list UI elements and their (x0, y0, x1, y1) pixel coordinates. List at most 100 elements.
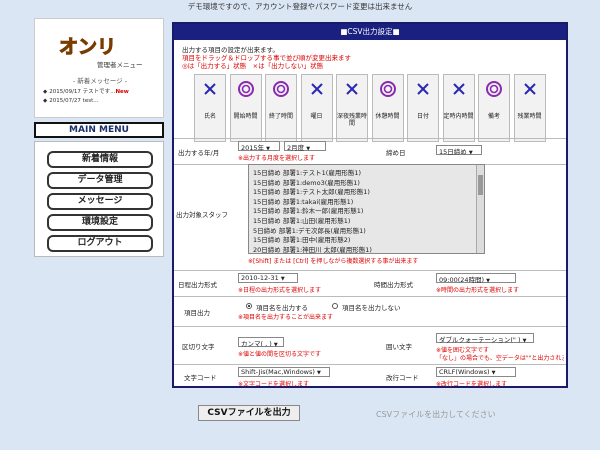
column-item[interactable]: 残業時間 (513, 74, 546, 142)
staff-list-item[interactable]: 15日締め 部署1:田中(雇用形態2) (253, 234, 350, 244)
header-output-no-radio[interactable] (332, 303, 338, 309)
month-row: 出力する年/月 2015年 ▼ 2月度 ▼ ※出力する月度を選択します 締め日 … (174, 138, 566, 164)
csv-output-button[interactable]: CSVファイルを出力 (198, 405, 300, 421)
header-output-hint: ※項目名を出力することが出来ます (238, 314, 334, 321)
closing-select[interactable]: 15日締め ▼ (436, 145, 482, 156)
staff-listbox[interactable]: 15日締め 部署1:テスト1(雇用形態1) 15日締め 部署1:demo3(雇用形… (248, 164, 485, 254)
menu-button-news[interactable]: 新着情報 (47, 151, 153, 168)
dropdown-arrow-icon: ▼ (317, 370, 321, 376)
month-label: 出力する年/月 (178, 149, 220, 157)
staff-list-item[interactable]: 15日締め 部署1:takai(雇用形態1) (253, 196, 353, 206)
dropdown-arrow-icon: ▼ (280, 276, 285, 282)
date-format-row: 日程出力形式 2010-12-31 ▼ ※日程の出力形式を選択します 時間出力形… (174, 270, 566, 296)
date-format-hint: ※日程の出力形式を選択します (238, 287, 322, 294)
newline-hint: ※改行コードを選択します (436, 381, 508, 388)
date-format-select[interactable]: 2010-12-31 ▼ (238, 273, 298, 283)
sidebar-logo-box: オンリメ! 管理者メニュー - 新着メッセージ - ◆2015/09/17 テス… (34, 18, 164, 118)
output-off-icon (302, 77, 332, 105)
dropdown-arrow-icon: ▼ (491, 370, 496, 376)
encoding-select[interactable]: Shift-Jis(Mac,Windows) ▼ (238, 367, 330, 377)
panel-title: ■CSV出力設定■ (174, 24, 566, 40)
column-item[interactable]: 休憩時間 (371, 74, 404, 142)
scrollbar-thumb[interactable] (478, 175, 483, 195)
time-format-label: 時間出力形式 (374, 281, 413, 289)
menu-button-logout[interactable]: ログアウト (47, 235, 153, 252)
column-label: 休憩時間 (375, 113, 400, 120)
encoding-hint: ※文字コードを選択します (238, 381, 310, 388)
quote-select[interactable]: ダブルクォーテーション(" ) ▼ (436, 333, 534, 344)
month-select[interactable]: 2月度 ▼ (284, 141, 326, 152)
staff-list-item[interactable]: 15日締め 部署1:テスト太郎(雇用形態1) (253, 186, 370, 196)
instruction-text: ◎は「出力する」状態 ×は「出力しない」状態 (182, 62, 324, 70)
delimiter-row: 区切り文字 カンマ( , ) ▼ ※値と値の間を区切る文字です 囲い文字 ダブル… (174, 326, 566, 364)
column-label: 備考 (487, 113, 500, 120)
column-item[interactable]: 定時内時間 (442, 74, 475, 142)
column-item[interactable]: 氏名 (194, 74, 226, 142)
output-off-icon (195, 77, 225, 105)
column-label: 日付 (416, 113, 429, 120)
column-label: 終了時間 (268, 113, 293, 120)
menu-button-data[interactable]: データ管理 (47, 172, 153, 189)
quote-label: 囲い文字 (386, 343, 412, 351)
column-label: 曜日 (310, 113, 323, 120)
bullet-icon: ◆ (43, 89, 48, 95)
delimiter-select[interactable]: カンマ( , ) ▼ (238, 337, 284, 348)
column-label: 深夜残業時間 (337, 113, 368, 127)
newline-label: 改行コード (386, 374, 419, 382)
output-on-icon (266, 77, 296, 105)
staff-list-item[interactable]: 15日締め 部署1:鈴木一郎(雇用形態1) (253, 205, 363, 215)
logo-subtitle: 管理者メニュー (97, 61, 143, 69)
column-item[interactable]: 開始時間 (229, 74, 262, 142)
date-format-label: 日程出力形式 (178, 281, 217, 289)
column-item[interactable]: 深夜残業時間 (336, 74, 368, 142)
column-item[interactable]: 備考 (478, 74, 510, 142)
column-item[interactable]: 終了時間 (265, 74, 297, 142)
staff-list-item[interactable]: 5日締め 部署1:デモ次郎長(雇用形態1) (253, 225, 366, 235)
header-output-no-label[interactable]: 項目名を出力しない (342, 302, 401, 312)
encoding-row: 文字コード Shift-Jis(Mac,Windows) ▼ ※文字コードを選択… (174, 364, 566, 388)
output-off-icon (408, 77, 438, 105)
column-label: 残業時間 (517, 113, 542, 120)
svg-text:オンリメ!: オンリメ! (59, 36, 117, 58)
delimiter-hint: ※値と値の間を区切る文字です (238, 351, 322, 358)
dropdown-arrow-icon: ▼ (468, 150, 473, 156)
dropdown-arrow-icon: ▼ (306, 146, 311, 152)
list-scrollbar[interactable] (476, 165, 484, 253)
main-menu-panel: 新着情報 データ管理 メッセージ 環境設定 ログアウト (34, 141, 164, 257)
quote-hint-empty: 「なし」の場合でも、空データは""と出力されます (436, 355, 564, 362)
new-badge: New (115, 89, 129, 95)
header-output-label: 項目出力 (184, 309, 210, 317)
dropdown-arrow-icon: ▼ (266, 146, 270, 152)
csv-settings-panel: ■CSV出力設定■ 出力する項目の設定が出来ます。 項目をドラッグ＆ドロップする… (172, 22, 568, 388)
bullet-icon: ◆ (43, 98, 48, 104)
output-on-icon (373, 77, 403, 105)
time-format-select[interactable]: 09:00(24時間) ▼ (436, 273, 516, 284)
news-item[interactable]: ◆ 2015/07/27 test... (43, 98, 99, 104)
demo-notice: デモ環境ですので、アカウント登録やパスワード変更は出来ません (187, 2, 413, 11)
header-output-yes-label[interactable]: 項目名を出力する (256, 302, 308, 312)
main-menu-header: MAIN MENU (34, 122, 164, 138)
dropdown-arrow-icon: ▼ (522, 338, 527, 344)
output-off-icon (515, 77, 545, 105)
csv-output-disabled-text: CSVファイルを出力してください (376, 410, 496, 419)
month-hint: ※出力する月度を選択します (238, 155, 316, 162)
column-label: 開始時間 (233, 113, 258, 120)
menu-button-settings[interactable]: 環境設定 (47, 214, 153, 231)
newline-select[interactable]: CRLF(Windows) ▼ (436, 367, 516, 377)
output-off-icon (444, 77, 474, 105)
column-item[interactable]: 曜日 (300, 74, 333, 142)
menu-button-message[interactable]: メッセージ (47, 193, 153, 210)
staff-list-item[interactable]: 15日締め 部署1:demo3(雇用形態1) (253, 177, 360, 187)
delimiter-label: 区切り文字 (182, 343, 215, 351)
column-item[interactable]: 日付 (407, 74, 439, 142)
news-item[interactable]: ◆ 2015/09/17 テストです...New (43, 87, 129, 95)
staff-list-item[interactable]: 15日締め 部署1:テスト1(雇用形態1) (253, 167, 361, 177)
dropdown-arrow-icon: ▼ (486, 278, 491, 284)
staff-list-item[interactable]: 15日締め 部署1:山田(雇用形態1) (253, 215, 350, 225)
column-label: 氏名 (203, 113, 216, 120)
staff-list-item[interactable]: 20日締め 部署1:神田川 太郎(雇用形態1) (253, 244, 372, 254)
app-logo: オンリメ! (59, 36, 118, 59)
header-output-yes-radio[interactable] (246, 303, 252, 309)
closing-label: 締め日 (386, 149, 406, 157)
year-select[interactable]: 2015年 ▼ (238, 141, 280, 152)
